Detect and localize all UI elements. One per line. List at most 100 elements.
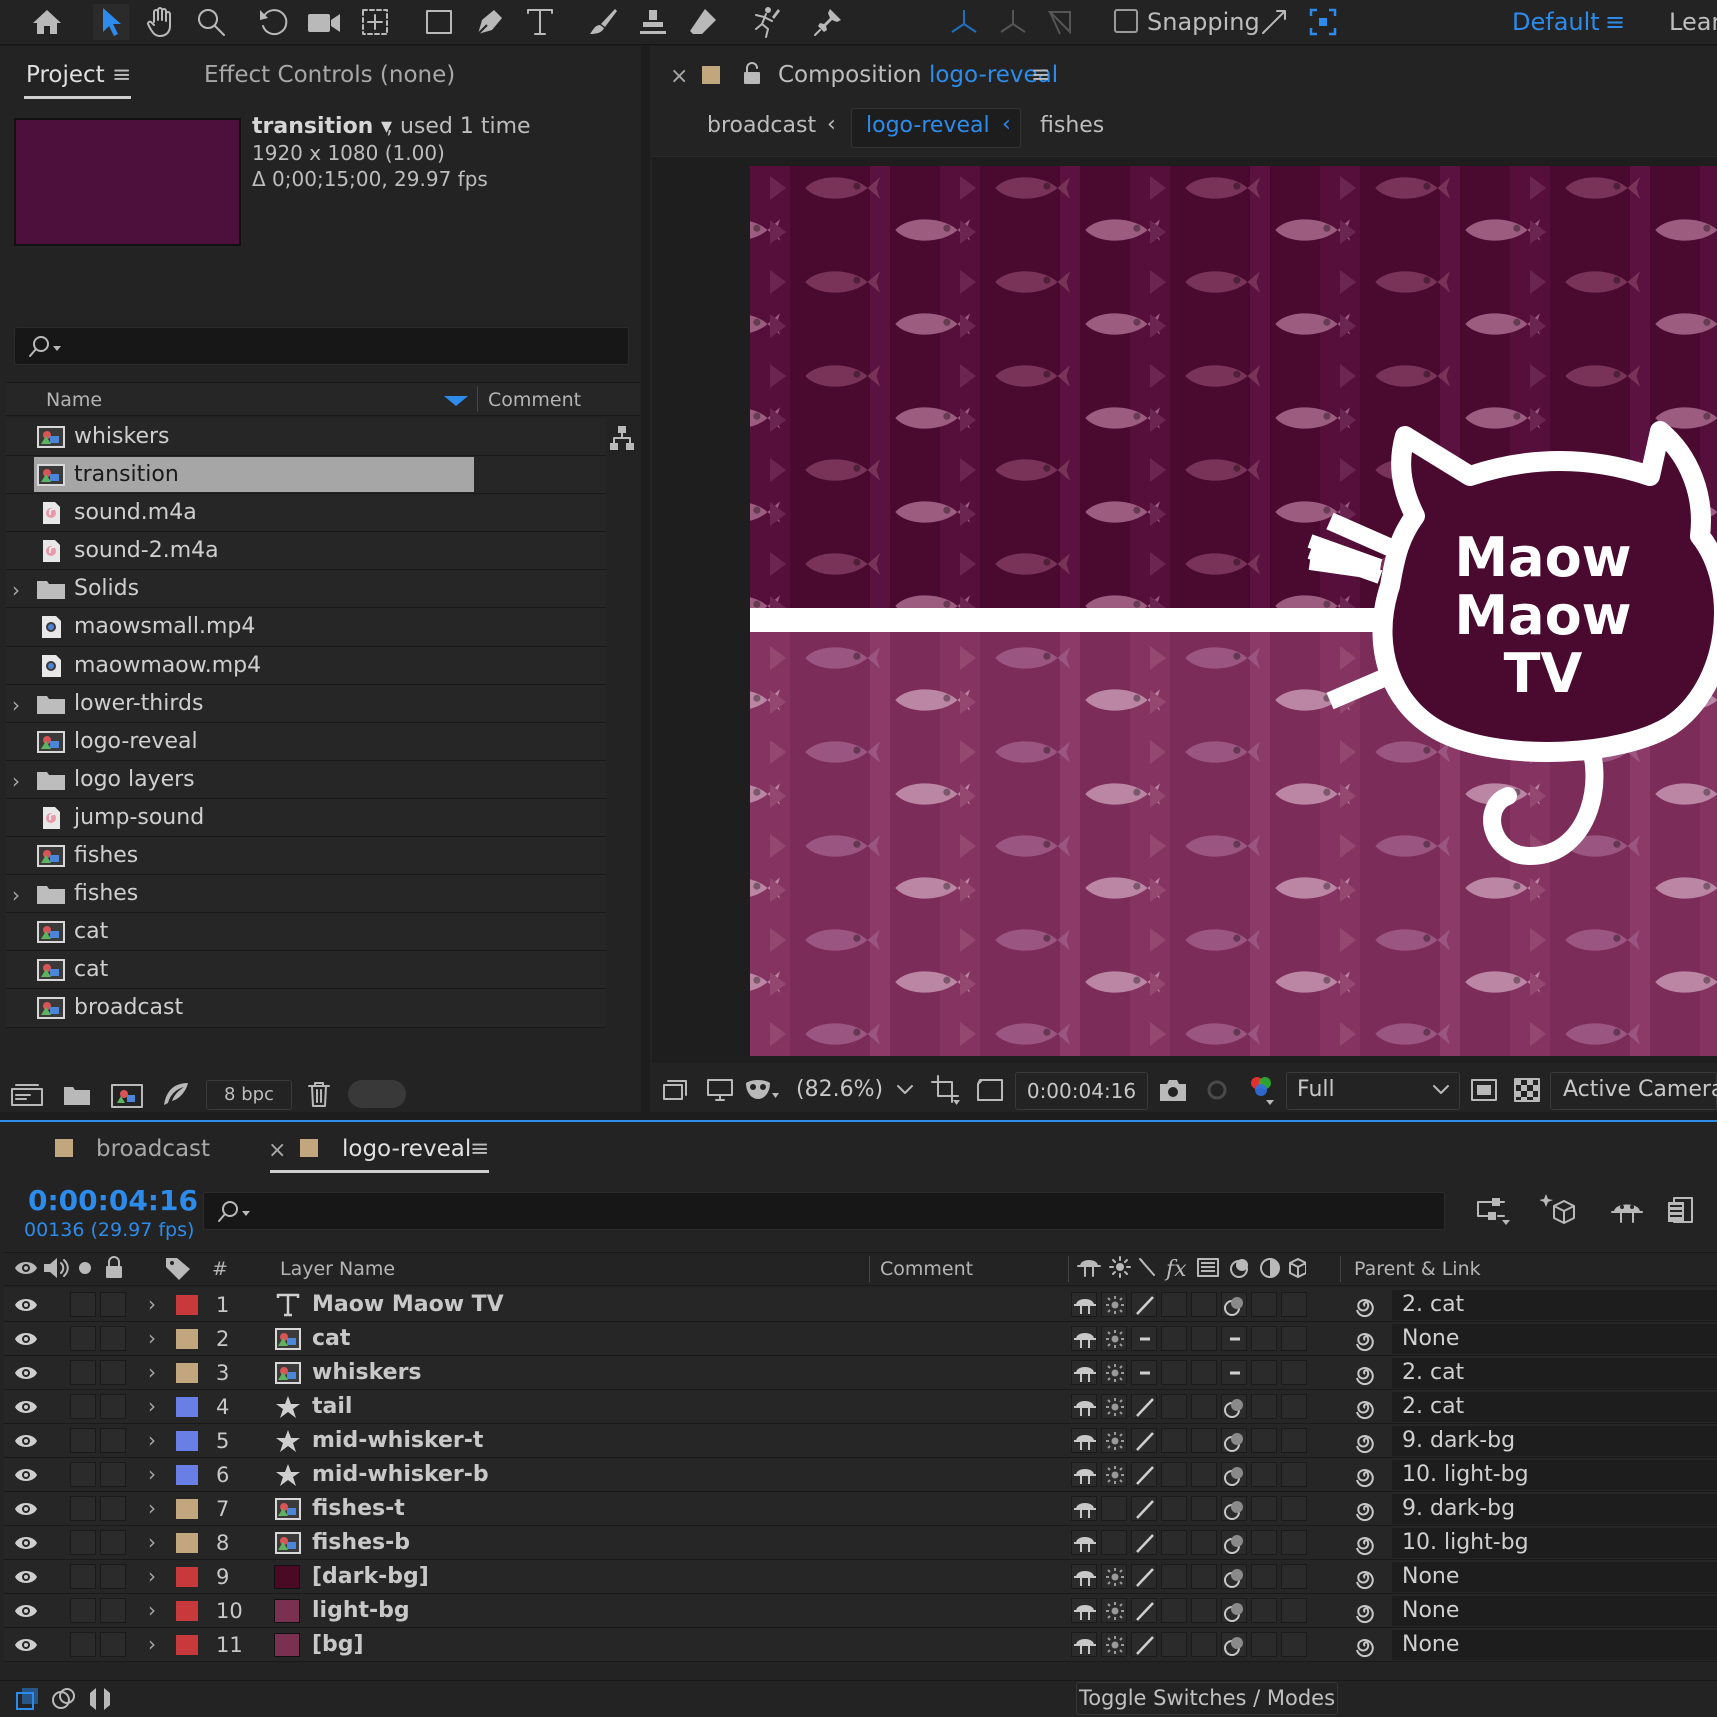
project-search-input[interactable]: [14, 327, 629, 365]
project-item[interactable]: logo-reveal: [6, 722, 606, 761]
pick-whip-icon[interactable]: [1352, 1328, 1378, 1352]
layer-label-color[interactable]: [176, 1431, 198, 1451]
column-divider[interactable]: [869, 1256, 870, 1282]
workspace-menu-icon[interactable]: ≡: [1605, 8, 1625, 36]
home-icon[interactable]: [29, 4, 65, 40]
breadcrumb-logo-reveal[interactable]: logo-reveal: [866, 113, 990, 138]
layer-name[interactable]: light-bg: [312, 1598, 410, 1623]
shy-switch[interactable]: [1071, 1326, 1097, 1351]
adjustment-switch[interactable]: [1251, 1564, 1277, 1589]
audio-toggle[interactable]: [70, 1530, 96, 1555]
layer-row[interactable]: › 3 whiskers 2. cat: [4, 1356, 1717, 1390]
type-tool-icon[interactable]: [522, 4, 558, 40]
pick-whip-icon[interactable]: [1352, 1362, 1378, 1386]
project-item[interactable]: maowsmall.mp4: [6, 608, 606, 647]
chevron-right-icon[interactable]: ›: [148, 1530, 156, 1554]
axis-view-icon[interactable]: [1042, 4, 1078, 40]
shy-switch[interactable]: [1071, 1394, 1097, 1419]
frame-blend-switch[interactable]: [1191, 1394, 1217, 1419]
adjustment-switch[interactable]: [1251, 1632, 1277, 1657]
timeline-search-input[interactable]: [203, 1192, 1445, 1230]
adobe-feather-icon[interactable]: [160, 1081, 190, 1109]
project-panel-menu-icon[interactable]: ≡: [112, 62, 131, 88]
eye-icon[interactable]: [14, 1364, 38, 1382]
audio-toggle[interactable]: [70, 1326, 96, 1351]
frame-blend-switch[interactable]: [1191, 1462, 1217, 1487]
chevron-right-icon[interactable]: ›: [12, 693, 20, 717]
sort-descending-icon[interactable]: [442, 394, 470, 408]
lock-toggle[interactable]: [100, 1598, 126, 1623]
lock-toggle[interactable]: [100, 1292, 126, 1317]
layer-label-color[interactable]: [176, 1329, 198, 1349]
adjustment-switch[interactable]: [1251, 1292, 1277, 1317]
collapse-switch[interactable]: [1101, 1360, 1127, 1385]
layer-label-color[interactable]: [176, 1601, 198, 1621]
eye-icon[interactable]: [14, 1296, 38, 1314]
collapse-switch[interactable]: [1101, 1428, 1127, 1453]
chevron-right-icon[interactable]: ›: [12, 883, 20, 907]
chevron-right-icon[interactable]: ›: [148, 1428, 156, 1452]
frame-blend-switch[interactable]: [1191, 1292, 1217, 1317]
lock-toggle[interactable]: [100, 1632, 126, 1657]
chevron-right-icon[interactable]: ›: [12, 769, 20, 793]
workspace-learn-tab[interactable]: Learn: [1669, 8, 1717, 36]
layer-name[interactable]: tail: [312, 1394, 352, 1419]
interpret-footage-icon[interactable]: [10, 1083, 44, 1107]
motion-blur-switch[interactable]: [1221, 1292, 1247, 1317]
pick-whip-icon[interactable]: [1352, 1600, 1378, 1624]
lock-toggle[interactable]: [100, 1326, 126, 1351]
pick-whip-icon[interactable]: [1352, 1294, 1378, 1318]
layer-row[interactable]: › 5 mid-whisker-t 9. dark-bg: [4, 1424, 1717, 1458]
chevron-right-icon[interactable]: ›: [148, 1598, 156, 1622]
effects-switch[interactable]: [1161, 1632, 1187, 1657]
quality-switch[interactable]: [1131, 1632, 1157, 1657]
bit-depth-button[interactable]: 8 bpc: [206, 1080, 292, 1110]
snapshot-camera-icon[interactable]: [1158, 1077, 1188, 1103]
video-visibility-header-icon[interactable]: [14, 1258, 38, 1278]
shy-switch[interactable]: [1071, 1462, 1097, 1487]
tab-project[interactable]: Project: [26, 62, 105, 88]
effects-switch[interactable]: [1161, 1394, 1187, 1419]
lock-toggle[interactable]: [100, 1496, 126, 1521]
adjustment-switch[interactable]: [1251, 1360, 1277, 1385]
adjustment-switch[interactable]: [1251, 1530, 1277, 1555]
eraser-tool-icon[interactable]: [685, 4, 721, 40]
frame-blend-switch[interactable]: [1191, 1598, 1217, 1623]
quality-switch[interactable]: [1131, 1326, 1157, 1351]
shy-switch[interactable]: [1071, 1598, 1097, 1623]
camera-tool-icon[interactable]: [306, 4, 342, 40]
region-of-interest-icon[interactable]: [974, 1076, 1006, 1104]
project-item[interactable]: › lower-thirds: [6, 684, 606, 723]
close-comp-tab-icon[interactable]: ×: [670, 64, 688, 89]
lock-toggle[interactable]: [100, 1428, 126, 1453]
quality-switch[interactable]: [1131, 1496, 1157, 1521]
layer-name[interactable]: mid-whisker-b: [312, 1462, 489, 1487]
frame-blend-switch[interactable]: [1191, 1632, 1217, 1657]
motion-blur-switch[interactable]: [1221, 1496, 1247, 1521]
shy-switch[interactable]: [1071, 1632, 1097, 1657]
audio-toggle[interactable]: [70, 1598, 96, 1623]
quality-switch[interactable]: [1131, 1394, 1157, 1419]
layer-row[interactable]: › 1 Maow Maow TV 2. cat: [4, 1288, 1717, 1322]
eye-icon[interactable]: [14, 1636, 38, 1654]
3d-layer-switch[interactable]: [1281, 1632, 1307, 1657]
lock-toggle[interactable]: [100, 1360, 126, 1385]
layer-name[interactable]: fishes-t: [312, 1496, 405, 1521]
column-layer-name[interactable]: Layer Name: [280, 1258, 395, 1280]
show-snapshot-icon[interactable]: [1202, 1077, 1232, 1103]
breadcrumb-broadcast[interactable]: broadcast: [707, 113, 816, 138]
timeline-menu-icon[interactable]: ≡: [470, 1136, 489, 1162]
effects-switch[interactable]: [1161, 1530, 1187, 1555]
audio-toggle[interactable]: [70, 1564, 96, 1589]
layer-name[interactable]: fishes-b: [312, 1530, 410, 1555]
eye-icon[interactable]: [14, 1534, 38, 1552]
project-item[interactable]: maowmaow.mp4: [6, 646, 606, 685]
layer-row[interactable]: › 2 cat None: [4, 1322, 1717, 1356]
effects-switch[interactable]: [1161, 1292, 1187, 1317]
project-item[interactable]: broadcast: [6, 989, 606, 1028]
effects-switch[interactable]: [1161, 1326, 1187, 1351]
motion-blur-switch[interactable]: [1221, 1428, 1247, 1453]
layer-name[interactable]: [bg]: [312, 1632, 364, 1657]
project-item[interactable]: › fishes: [6, 875, 606, 914]
chevron-right-icon[interactable]: ›: [148, 1564, 156, 1588]
